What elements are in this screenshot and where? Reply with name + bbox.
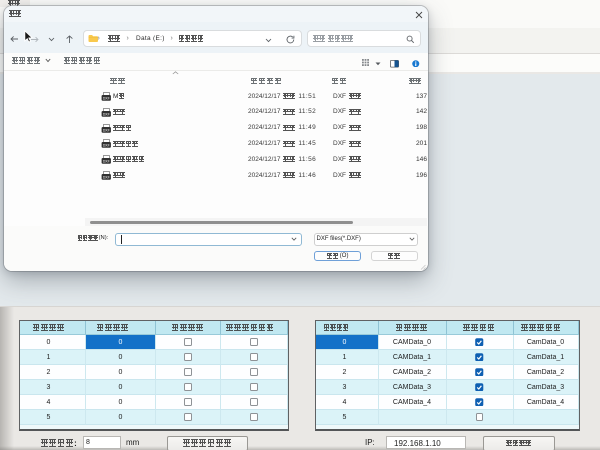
svg-text:DXF: DXF xyxy=(103,160,110,164)
svg-text:DXF: DXF xyxy=(103,144,110,148)
svg-text:DXF: DXF xyxy=(103,112,110,116)
svg-text:DXF: DXF xyxy=(103,176,110,180)
svg-text:DXF: DXF xyxy=(103,128,110,132)
svg-text:DXF: DXF xyxy=(103,96,110,100)
